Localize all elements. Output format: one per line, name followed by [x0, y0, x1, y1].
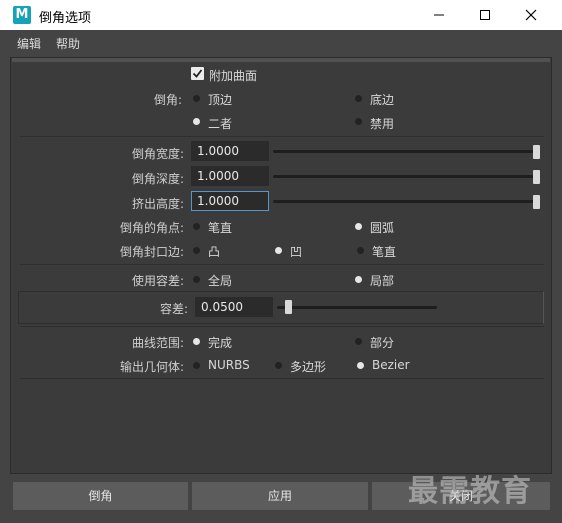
- range-partial-label: 部分: [370, 336, 395, 350]
- minimize-button[interactable]: [416, 0, 462, 30]
- extrude-height-slider-track[interactable]: [273, 200, 540, 203]
- range-complete-label: 完成: [208, 336, 233, 350]
- tolerance-local-radio[interactable]: [355, 276, 362, 283]
- output-polygon-label: 多边形: [290, 360, 327, 374]
- window-title: 倒角选项: [39, 11, 92, 26]
- apply-button[interactable]: 应用: [192, 482, 368, 510]
- cap-concave-label: 凹: [290, 245, 303, 259]
- bevel-depth-label: 倒角深度:: [131, 172, 184, 186]
- tolerance-global-label: 全局: [208, 274, 233, 288]
- bevel-bottom-edge-radio[interactable]: [355, 95, 362, 102]
- output-bezier-radio[interactable]: [357, 362, 364, 369]
- minimize-icon: [434, 14, 444, 16]
- cap-straight-radio[interactable]: [357, 247, 364, 254]
- output-nurbs-radio[interactable]: [193, 362, 200, 369]
- attach-surface-label: 附加曲面: [209, 69, 258, 83]
- bevel-depth-field[interactable]: 1.0000: [191, 166, 269, 186]
- title-bar: M 倒角选项: [0, 0, 562, 30]
- extrude-height-field[interactable]: 1.0000: [191, 191, 269, 211]
- bevel-label: 倒角:: [153, 93, 182, 107]
- bevel-top-edge-label: 顶边: [208, 93, 233, 107]
- bevel-depth-slider-handle[interactable]: [533, 170, 540, 184]
- separator: [20, 264, 544, 265]
- corners-straight-label: 笔直: [208, 221, 233, 235]
- output-geometry-label: 输出几何体:: [119, 360, 184, 374]
- cap-convex-label: 凸: [208, 245, 221, 259]
- menu-bar: 编辑 帮助: [0, 30, 562, 54]
- tolerance-slider-handle[interactable]: [285, 300, 292, 314]
- extrude-height-slider-handle[interactable]: [533, 195, 540, 209]
- bevel-off-radio[interactable]: [355, 118, 362, 125]
- maximize-button[interactable]: [462, 0, 508, 30]
- panel-header-strip: [12, 58, 550, 62]
- corners-straight-radio[interactable]: [193, 223, 200, 230]
- tolerance-global-radio[interactable]: [193, 276, 200, 283]
- output-polygon-radio[interactable]: [275, 362, 282, 369]
- bevel-button[interactable]: 倒角: [13, 482, 188, 510]
- bevel-width-slider-track[interactable]: [273, 150, 540, 153]
- range-partial-radio[interactable]: [355, 338, 362, 345]
- bevel-width-slider-handle[interactable]: [533, 145, 540, 159]
- maya-app-icon: M: [13, 6, 31, 24]
- bevel-width-field[interactable]: 1.0000: [191, 141, 269, 161]
- cap-straight-label: 笔直: [372, 245, 397, 259]
- extrude-height-label: 挤出高度:: [131, 197, 184, 211]
- separator: [20, 326, 544, 327]
- separator: [20, 136, 544, 137]
- watermark-text: 最需教育: [408, 474, 532, 509]
- attach-surface-checkbox[interactable]: [191, 67, 204, 80]
- bevel-both-label: 二者: [208, 117, 233, 131]
- cap-concave-radio[interactable]: [275, 247, 282, 254]
- bevel-off-label: 禁用: [370, 117, 395, 131]
- options-panel: [10, 57, 552, 474]
- output-bezier-label: Bezier: [372, 358, 410, 372]
- output-nurbs-label: NURBS: [208, 358, 250, 372]
- bevel-depth-slider-track[interactable]: [273, 175, 540, 178]
- bevel-width-label: 倒角宽度:: [131, 147, 184, 161]
- tolerance-field[interactable]: 0.0500: [195, 297, 273, 317]
- range-complete-radio[interactable]: [193, 338, 200, 345]
- checkmark-icon: [192, 69, 203, 78]
- cap-convex-radio[interactable]: [193, 247, 200, 254]
- bevel-cap-edge-label: 倒角封口边:: [119, 245, 184, 259]
- bevel-corners-label: 倒角的角点:: [119, 221, 184, 235]
- tolerance-slider-track[interactable]: [277, 306, 437, 309]
- corners-circular-label: 圆弧: [370, 221, 395, 235]
- use-tolerance-label: 使用容差:: [131, 274, 184, 288]
- bevel-both-radio[interactable]: [193, 118, 200, 125]
- bevel-top-edge-radio[interactable]: [193, 95, 200, 102]
- curve-range-label: 曲线范围:: [131, 336, 184, 350]
- close-window-button[interactable]: [508, 0, 554, 30]
- tolerance-local-label: 局部: [370, 274, 395, 288]
- menu-help[interactable]: 帮助: [56, 35, 80, 52]
- close-icon: [525, 9, 537, 21]
- menu-edit[interactable]: 编辑: [17, 35, 41, 52]
- corners-circular-radio[interactable]: [355, 223, 362, 230]
- maximize-icon: [480, 10, 490, 20]
- bevel-bottom-edge-label: 底边: [370, 93, 395, 107]
- tolerance-label: 容差:: [159, 302, 188, 316]
- separator: [20, 378, 544, 379]
